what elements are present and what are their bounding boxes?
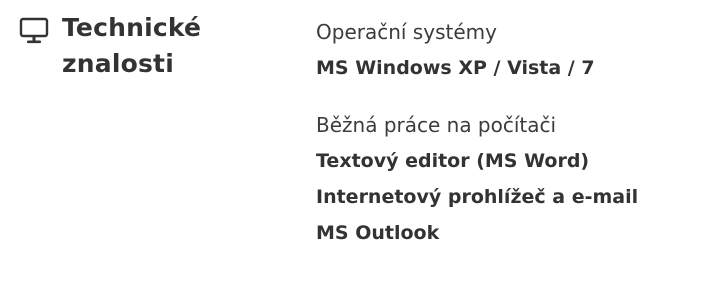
skill-item: MS Windows XP / Vista / 7 <box>316 57 595 79</box>
section-title-line-2: znalosti <box>62 49 174 78</box>
skill-group-title: Běžná práce na počítači <box>316 113 557 137</box>
skill-item: Internetový prohlížeč a e-mail <box>316 186 639 208</box>
skill-group-office-work: Běžná práce na počítači Textový editor (… <box>316 108 721 251</box>
section-title: Technické znalosti <box>62 10 201 82</box>
technical-skills-section: Technické znalosti Operační systémy MS W… <box>0 0 726 305</box>
monitor-icon <box>19 17 49 44</box>
section-title-line-1: Technické <box>62 13 202 42</box>
skill-group-operating-systems: Operační systémy MS Windows XP / Vista /… <box>316 15 721 86</box>
skill-item: MS Outlook <box>316 222 440 244</box>
skill-group-title: Operační systémy <box>316 20 497 44</box>
skill-item: Textový editor (MS Word) <box>316 150 590 172</box>
skills-content: Operační systémy MS Windows XP / Vista /… <box>316 15 721 273</box>
